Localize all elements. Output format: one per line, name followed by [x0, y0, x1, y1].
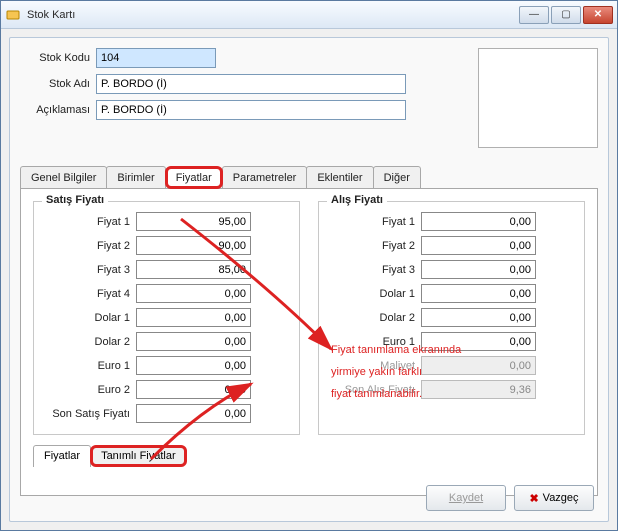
alis-label: Dolar 1	[329, 288, 415, 300]
price-row: Dolar 2	[44, 332, 289, 351]
button-bar: Kaydet ✖ Vazgeç	[426, 485, 594, 511]
alis-label: Euro 1	[329, 336, 415, 348]
vazgec-button[interactable]: ✖ Vazgeç	[514, 485, 594, 511]
aciklama-input[interactable]	[96, 100, 406, 120]
alis-label: Dolar 2	[329, 312, 415, 324]
alis-input	[421, 356, 536, 375]
tab-genel[interactable]: Genel Bilgiler	[20, 166, 107, 189]
price-row: Dolar 2	[329, 308, 574, 327]
satis-legend: Satış Fiyatı	[42, 194, 108, 206]
stok-adi-label: Stok Adı	[20, 78, 90, 90]
window-buttons: — ▢ ✕	[519, 6, 613, 24]
alis-input[interactable]	[421, 308, 536, 327]
kaydet-button[interactable]: Kaydet	[426, 485, 506, 511]
window-title: Stok Kartı	[27, 9, 519, 21]
satis-label: Fiyat 2	[44, 240, 130, 252]
price-row: Son Satış Fiyatı	[44, 404, 289, 423]
content: Stok Kodu Stok Adı Açıklaması Genel Bilg…	[1, 29, 617, 530]
maximize-button[interactable]: ▢	[551, 6, 581, 24]
vazgec-label: Vazgeç	[543, 492, 579, 504]
satis-label: Euro 1	[44, 360, 130, 372]
tab-parametreler[interactable]: Parametreler	[222, 166, 308, 189]
satis-group: Satış Fiyatı Fiyat 1Fiyat 2Fiyat 3Fiyat …	[33, 201, 300, 435]
price-row: Fiyat 3	[44, 260, 289, 279]
alis-input[interactable]	[421, 332, 536, 351]
satis-label: Dolar 1	[44, 312, 130, 324]
alis-label: Fiyat 2	[329, 240, 415, 252]
satis-input[interactable]	[136, 236, 251, 255]
satis-input[interactable]	[136, 284, 251, 303]
minimize-button[interactable]: —	[519, 6, 549, 24]
subtab-tanimli[interactable]: Tanımlı Fiyatlar	[90, 445, 187, 467]
image-placeholder	[478, 48, 598, 148]
app-icon	[5, 7, 21, 23]
price-row: Dolar 1	[44, 308, 289, 327]
stok-adi-input[interactable]	[96, 74, 406, 94]
satis-input[interactable]	[136, 404, 251, 423]
subtab-strip: Fiyatlar Tanımlı Fiyatlar	[33, 445, 585, 467]
alis-label: Fiyat 1	[329, 216, 415, 228]
satis-label: Euro 2	[44, 384, 130, 396]
satis-input[interactable]	[136, 356, 251, 375]
tab-body: Satış Fiyatı Fiyat 1 Fiyat 2 Fiyat 3 Fiyat …	[20, 188, 598, 496]
titlebar: Stok Kartı — ▢ ✕	[1, 1, 617, 29]
price-row: Euro 1	[329, 332, 574, 351]
alis-input[interactable]	[421, 284, 536, 303]
price-row: Fiyat 3	[329, 260, 574, 279]
satis-input[interactable]	[136, 308, 251, 327]
price-row: Fiyat 4	[44, 284, 289, 303]
tab-birimler[interactable]: Birimler	[106, 166, 165, 189]
price-row: Fiyat 2	[44, 236, 289, 255]
tab-diger[interactable]: Diğer	[373, 166, 421, 189]
satis-label: Fiyat 3	[44, 264, 130, 276]
main-panel: Stok Kodu Stok Adı Açıklaması Genel Bilg…	[9, 37, 609, 522]
price-row: Fiyat 1	[329, 212, 574, 231]
satis-input[interactable]	[136, 332, 251, 351]
alis-input[interactable]	[421, 236, 536, 255]
subtab-fiyatlar[interactable]: Fiyatlar	[33, 445, 91, 467]
alis-group: Alış Fiyatı Fiyat 1Fiyat 2Fiyat 3Dolar 1…	[318, 201, 585, 435]
satis-label: Son Satış Fiyatı	[44, 408, 130, 420]
stok-kodu-input[interactable]	[96, 48, 216, 68]
price-row: Fiyat 1	[44, 212, 289, 231]
satis-input[interactable]	[136, 380, 251, 399]
price-row: Euro 2	[44, 380, 289, 399]
satis-label: Fiyat 1	[44, 216, 130, 228]
alis-label: Maliyet	[329, 360, 415, 372]
kaydet-label: Kaydet	[449, 492, 483, 504]
alis-label: Fiyat 3	[329, 264, 415, 276]
alis-input[interactable]	[421, 260, 536, 279]
price-row: Maliyet	[329, 356, 574, 375]
cancel-icon: ✖	[529, 492, 538, 505]
aciklama-label: Açıklaması	[20, 104, 90, 116]
price-row: Euro 1	[44, 356, 289, 375]
alis-input	[421, 380, 536, 399]
alis-input[interactable]	[421, 212, 536, 231]
alis-legend: Alış Fiyatı	[327, 194, 387, 206]
price-row: Dolar 1	[329, 284, 574, 303]
tab-fiyatlar[interactable]: Fiyatlar	[165, 166, 223, 189]
price-row: Son Alış Fiyatı	[329, 380, 574, 399]
tab-strip: Genel Bilgiler Birimler Fiyatlar Paramet…	[20, 166, 598, 189]
satis-input[interactable]	[136, 212, 251, 231]
satis-label: Fiyat 4	[44, 288, 130, 300]
satis-input[interactable]	[136, 260, 251, 279]
close-button[interactable]: ✕	[583, 6, 613, 24]
satis-label: Dolar 2	[44, 336, 130, 348]
tab-eklentiler[interactable]: Eklentiler	[306, 166, 373, 189]
window: Stok Kartı — ▢ ✕ Stok Kodu Stok Adı	[0, 0, 618, 531]
price-row: Fiyat 2	[329, 236, 574, 255]
stok-kodu-label: Stok Kodu	[20, 52, 90, 64]
alis-label: Son Alış Fiyatı	[329, 384, 415, 396]
